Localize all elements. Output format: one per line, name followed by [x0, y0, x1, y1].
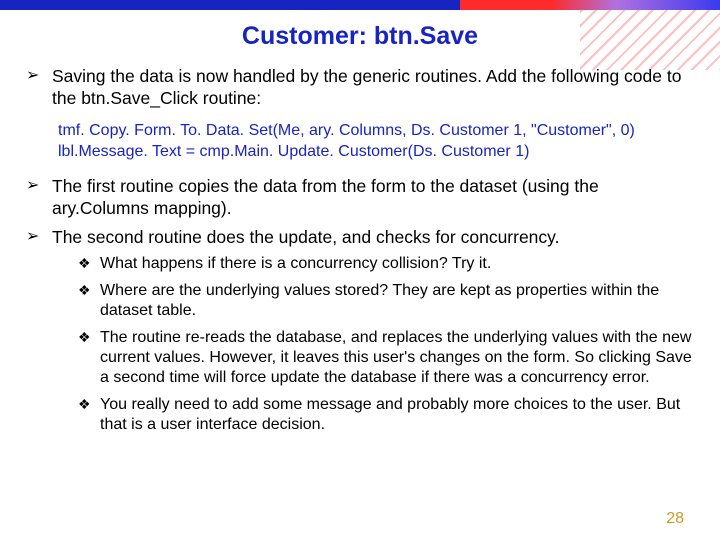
code-line: lbl.Message. Text = cmp.Main. Update. Cu… [58, 141, 698, 163]
code-line: tmf. Copy. Form. To. Data. Set(Me, ary. … [58, 120, 698, 142]
slide-title: Customer: btn.Save [22, 22, 698, 51]
page-number: 28 [666, 510, 684, 528]
bullet-item: Saving the data is now handled by the ge… [26, 65, 698, 110]
sub-bullet-item: What happens if there is a concurrency c… [78, 254, 698, 274]
bullet-list-level1: Saving the data is now handled by the ge… [26, 65, 698, 110]
bullet-item: The second routine does the update, and … [26, 226, 698, 248]
bullet-list-level2: What happens if there is a concurrency c… [78, 254, 698, 436]
bullet-list-level1: The first routine copies the data from t… [26, 175, 698, 248]
top-accent-bar [0, 0, 720, 10]
sub-bullet-item: Where are the underlying values stored? … [78, 281, 698, 322]
top-accent-gradient [460, 0, 720, 10]
sub-bullet-item: You really need to add some message and … [78, 395, 698, 436]
bullet-item: The first routine copies the data from t… [26, 175, 698, 220]
sub-bullet-item: The routine re-reads the database, and r… [78, 328, 698, 389]
code-block: tmf. Copy. Form. To. Data. Set(Me, ary. … [58, 120, 698, 163]
slide-content: Customer: btn.Save Saving the data is no… [22, 18, 698, 526]
